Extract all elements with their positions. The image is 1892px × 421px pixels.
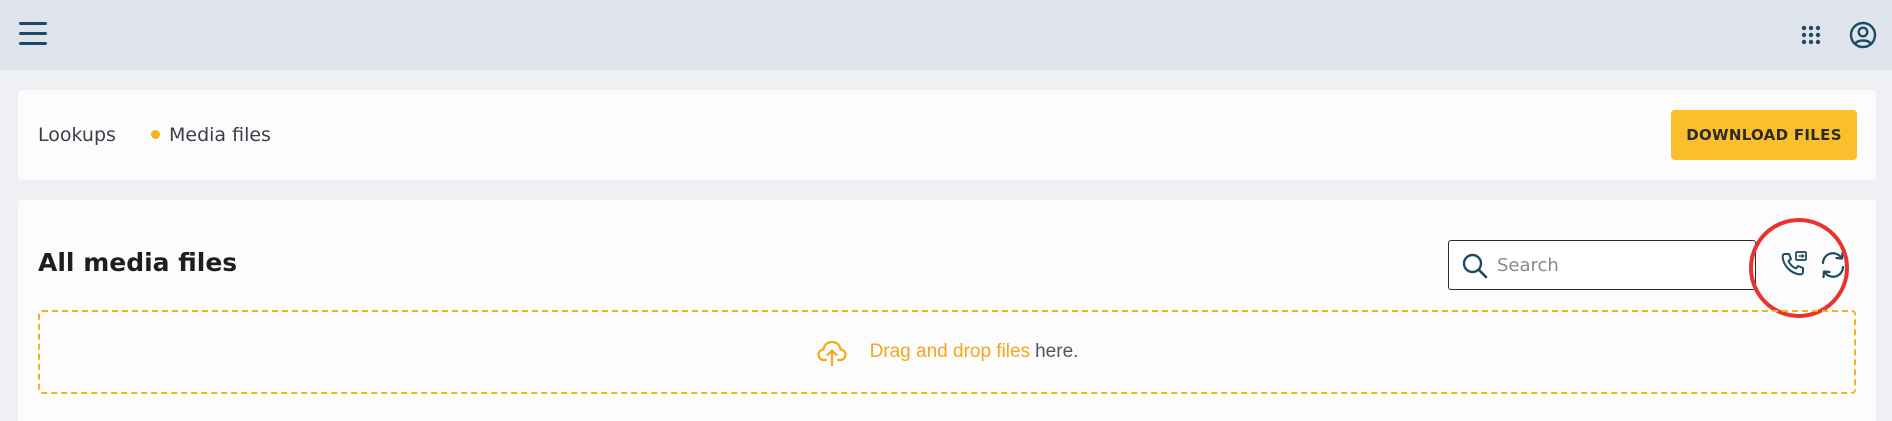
- breadcrumb-lookups-link[interactable]: Lookups: [38, 90, 116, 180]
- call-sync-icon[interactable]: [1778, 249, 1810, 281]
- apps-grid-icon[interactable]: [1801, 25, 1821, 45]
- top-bar: [0, 0, 1892, 70]
- breadcrumb-card: Lookups Media files DOWNLOAD FILES: [18, 90, 1876, 180]
- download-files-button[interactable]: DOWNLOAD FILES: [1671, 110, 1857, 160]
- page-title: All media files: [38, 248, 238, 277]
- dropzone-content: Drag and drop files here.: [40, 312, 1854, 392]
- cloud-upload-icon: [816, 340, 847, 367]
- dropzone-text: here.: [1035, 341, 1079, 362]
- dropzone-link[interactable]: Drag and drop files: [870, 341, 1031, 363]
- search-input[interactable]: [1497, 241, 1747, 289]
- account-circle-icon[interactable]: [1849, 21, 1877, 49]
- refresh-icon[interactable]: [1817, 249, 1849, 281]
- search-field[interactable]: [1448, 240, 1756, 290]
- breadcrumb-current: Media files: [169, 124, 271, 146]
- hamburger-menu-icon[interactable]: [19, 22, 47, 46]
- breadcrumb-separator: [151, 130, 160, 139]
- media-files-panel: All media files Drag and drop fi: [18, 200, 1876, 421]
- file-dropzone[interactable]: Drag and drop files here.: [38, 310, 1856, 394]
- search-icon: [1462, 253, 1488, 279]
